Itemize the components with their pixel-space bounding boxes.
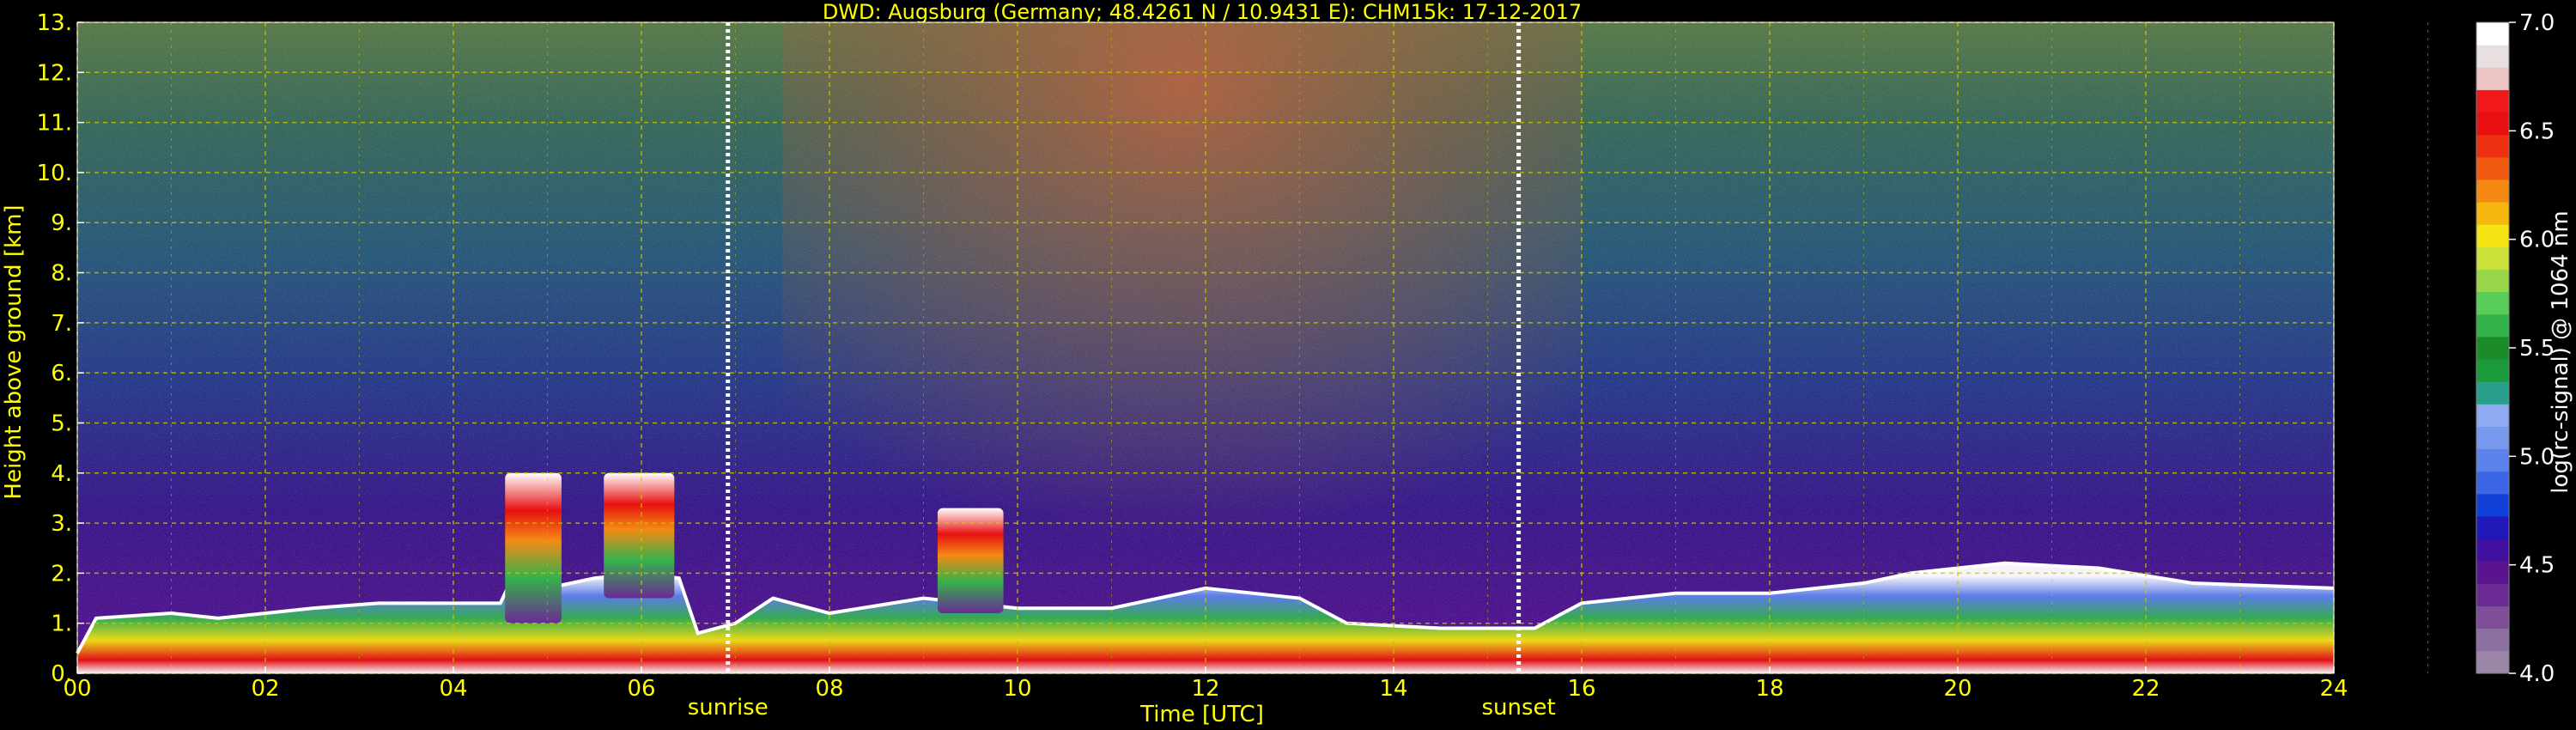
colorbar-segment (2476, 291, 2509, 315)
colorbar-segment (2476, 561, 2509, 584)
colorbar-tick-label: 4.5 (2519, 553, 2555, 579)
colorbar-tick-label: 6.5 (2519, 119, 2555, 144)
colorbar-segment (2476, 471, 2509, 495)
x-tick-label: 12 (1191, 676, 1219, 702)
colorbar-segment (2476, 381, 2509, 405)
colorbar-segment (2476, 224, 2509, 247)
colorbar-segment (2476, 650, 2509, 674)
colorbar-segment (2476, 134, 2509, 158)
colorbar-segment (2476, 516, 2509, 539)
ceilometer-chart: DWD: Augsburg (Germany; 48.4261 N / 10.9… (0, 0, 2576, 730)
colorbar-segment (2476, 67, 2509, 90)
cloud-block (604, 472, 675, 599)
colorbar-segment (2476, 313, 2509, 338)
colorbar-tick-label: 7.0 (2519, 10, 2555, 36)
colorbar-segment (2476, 404, 2509, 427)
colorbar-segment (2476, 336, 2509, 360)
colorbar-segment (2476, 179, 2509, 203)
x-tick-label: 14 (1379, 676, 1407, 702)
colorbar-segment (2476, 45, 2509, 68)
marker-label-sunset: sunset (1482, 695, 1556, 721)
marker-label-sunrise: sunrise (688, 695, 769, 721)
x-axis-label: Time [UTC] (1139, 702, 1264, 727)
colorbar-segment (2476, 22, 2509, 46)
colorbar-segment (2476, 112, 2509, 136)
colorbar-segment (2476, 605, 2509, 630)
y-tick-label: 11. (37, 111, 72, 137)
y-tick-label: 3. (51, 511, 72, 537)
y-tick-label: 10. (37, 161, 72, 186)
chart-title: DWD: Augsburg (Germany; 48.4261 N / 10.9… (823, 0, 1582, 24)
colorbar-tick-label: 4.0 (2519, 661, 2555, 687)
colorbar-segment (2476, 538, 2509, 562)
cloud-block (505, 472, 562, 624)
chart-svg: DWD: Augsburg (Germany; 48.4261 N / 10.9… (1, 0, 2573, 727)
colorbar-segment (2476, 628, 2509, 652)
colorbar-segment (2476, 202, 2509, 225)
x-tick-label: 02 (251, 676, 279, 702)
x-tick-label: 22 (2131, 676, 2160, 702)
y-tick-label: 1. (51, 611, 72, 637)
x-tick-label: 10 (1003, 676, 1031, 702)
y-axis-label: Height above ground [km] (1, 204, 27, 499)
x-tick-label: 04 (439, 676, 467, 702)
y-tick-label: 12. (37, 60, 72, 86)
y-tick-label: 6. (51, 361, 72, 386)
y-tick-label: 7. (51, 311, 72, 337)
y-tick-label: 8. (51, 261, 72, 287)
y-tick-label: 2. (51, 561, 72, 587)
x-tick-label: 08 (815, 676, 843, 702)
y-tick-label: 0. (51, 661, 72, 687)
colorbar-segment (2476, 246, 2509, 271)
plot-area: sunrise sunset (76, 21, 2428, 721)
cloud-block (937, 508, 1004, 614)
x-tick-label: 16 (1567, 676, 1595, 702)
colorbar-segment (2476, 493, 2509, 517)
colorbar-segment (2476, 448, 2509, 472)
colorbar-segment (2476, 89, 2509, 113)
x-tick-label: 18 (1755, 676, 1783, 702)
colorbar-segment (2476, 156, 2509, 180)
x-tick-label: 24 (2319, 676, 2348, 702)
x-tick-label: 20 (1943, 676, 1971, 702)
x-tick-label: 06 (627, 676, 655, 702)
colorbar-segment (2476, 359, 2509, 382)
colorbar-label: log(rc-signal) @ 1064 nm (2548, 210, 2573, 493)
colorbar-segment (2476, 583, 2509, 607)
y-tick-label: 4. (51, 461, 72, 487)
y-tick-label: 5. (51, 411, 72, 436)
colorbar-segment (2476, 269, 2509, 293)
y-tick-label: 13. (37, 10, 72, 36)
colorbar (2476, 21, 2510, 674)
y-tick-label: 9. (51, 210, 72, 236)
colorbar-segment (2476, 426, 2509, 450)
